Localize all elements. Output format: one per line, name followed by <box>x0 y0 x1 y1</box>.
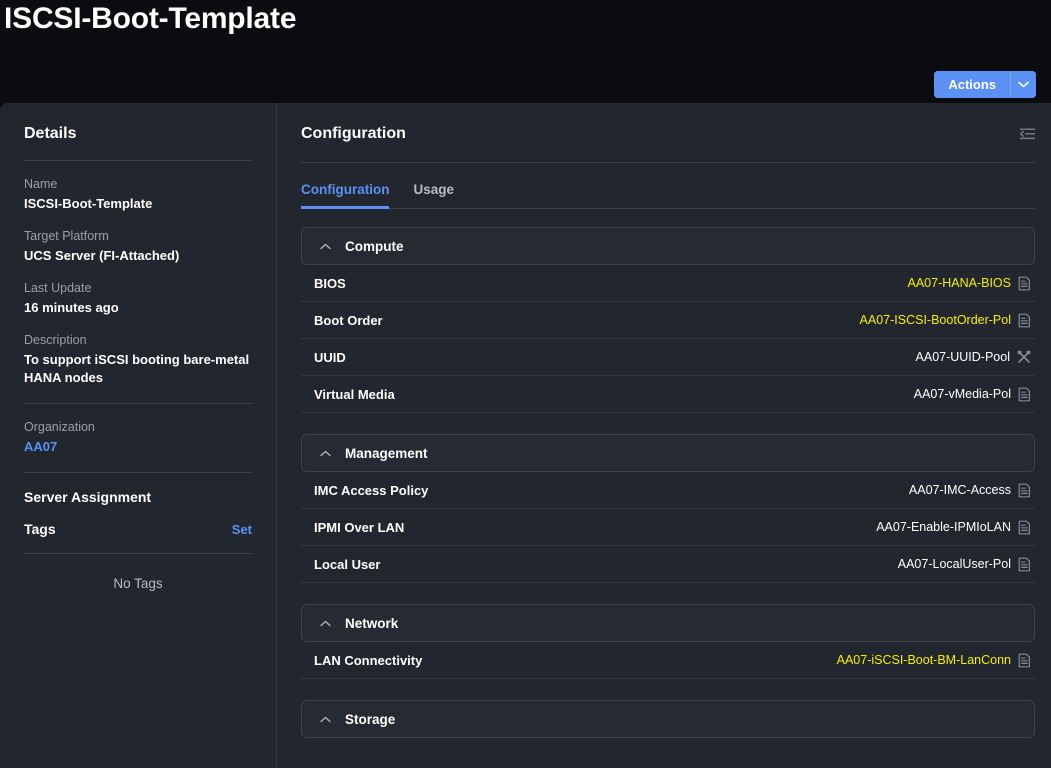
no-tags-message: No Tags <box>113 576 163 591</box>
detail-value-last-update: 16 minutes ago <box>24 300 119 315</box>
group-header-network[interactable]: Network <box>301 604 1035 642</box>
details-divider-2 <box>24 403 252 404</box>
config-row-value: AA07-HANA-BIOS <box>907 276 1011 290</box>
details-divider-3 <box>24 472 252 473</box>
group-title: Network <box>345 615 399 631</box>
detail-label-organization: Organization <box>24 420 95 434</box>
pool-icon[interactable] <box>1017 350 1031 364</box>
config-row[interactable]: UUID AA07-UUID-Pool <box>301 339 1035 376</box>
config-row-value: AA07-vMedia-Pol <box>913 387 1011 401</box>
detail-value-target-platform: UCS Server (FI-Attached) <box>24 248 180 263</box>
config-row[interactable]: Virtual Media AA07-vMedia-Pol <box>301 376 1035 413</box>
detail-field-last-update: Last Update 16 minutes ago <box>24 281 252 317</box>
detail-field-description: Description To support iSCSI booting bar… <box>24 333 252 387</box>
policy-icon[interactable] <box>1018 557 1031 572</box>
config-row-value-group: AA07-iSCSI-Boot-BM-LanConn <box>837 653 1031 668</box>
policy-icon[interactable] <box>1018 483 1031 498</box>
actions-button-group[interactable]: Actions <box>934 71 1036 98</box>
top-bar: ISCSI-Boot-Template Actions <box>0 0 1051 103</box>
config-row-label: IPMI Over LAN <box>314 519 405 535</box>
config-row[interactable]: BIOS AA07-HANA-BIOS <box>301 265 1035 302</box>
group-header-compute[interactable]: Compute <box>301 227 1035 265</box>
configuration-title: Configuration <box>301 125 406 142</box>
config-row-value: AA07-IMC-Access <box>908 483 1011 497</box>
config-row[interactable]: LAN Connectivity AA07-iSCSI-Boot-BM-LanCo… <box>301 642 1035 679</box>
detail-field-name: Name ISCSI-Boot-Template <box>24 177 252 213</box>
config-row-value-group: AA07-LocalUser-Pol <box>898 557 1031 572</box>
details-divider-4 <box>24 553 252 554</box>
config-row-label: Boot Order <box>314 312 383 328</box>
config-row-label: Local User <box>314 556 381 572</box>
config-row[interactable]: Local User AA07-LocalUser-Pol <box>301 546 1035 583</box>
config-row-value: AA07-LocalUser-Pol <box>897 557 1011 571</box>
config-row-value: AA07-Enable-IPMIoLAN <box>876 520 1011 534</box>
config-row-label: UUID <box>314 349 346 365</box>
config-row-label: BIOS <box>314 275 346 291</box>
detail-label-description: Description <box>24 333 87 347</box>
policy-icon[interactable] <box>1018 276 1031 291</box>
tags-set-link[interactable]: Set <box>232 522 252 537</box>
detail-label-target-platform: Target Platform <box>24 229 109 243</box>
config-row-value: AA07-iSCSI-Boot-BM-LanConn <box>836 653 1011 667</box>
config-row-value-group: AA07-IMC-Access <box>909 483 1031 498</box>
detail-value-description: To support iSCSI booting bare-metal HANA… <box>24 352 250 385</box>
configuration-groups: Compute BIOS AA07-HANA-BIOS Boot Order AA07-… <box>301 227 1035 738</box>
config-row-value: AA07-ISCSI-BootOrder-Pol <box>859 313 1011 327</box>
chevron-down-icon[interactable] <box>1010 71 1036 98</box>
detail-field-organization: Organization AA07 <box>24 420 252 456</box>
group-title: Compute <box>345 238 404 254</box>
detail-label-last-update: Last Update <box>24 281 92 295</box>
config-row-value-group: AA07-vMedia-Pol <box>914 387 1031 402</box>
detail-value-name: ISCSI-Boot-Template <box>24 196 153 211</box>
detail-value-organization-link[interactable]: AA07 <box>24 438 252 456</box>
config-row-label: Virtual Media <box>314 386 395 402</box>
group-header-storage[interactable]: Storage <box>301 700 1035 738</box>
config-row-value-group: AA07-UUID-Pool <box>916 350 1031 364</box>
config-row-value-group: AA07-HANA-BIOS <box>907 276 1031 291</box>
chevron-up-icon <box>320 620 331 627</box>
details-title: Details <box>24 125 77 142</box>
policy-icon[interactable] <box>1018 520 1031 535</box>
detail-field-target-platform: Target Platform UCS Server (FI-Attached) <box>24 229 252 265</box>
group-title: Management <box>345 445 428 461</box>
tab-usage[interactable]: Usage <box>413 182 454 209</box>
tab-configuration[interactable]: Configuration <box>301 182 390 209</box>
policy-icon[interactable] <box>1018 387 1031 402</box>
config-row-value-group: AA07-Enable-IPMIoLAN <box>876 520 1031 535</box>
configuration-divider <box>301 162 1035 163</box>
configuration-header: Configuration <box>301 125 1036 145</box>
config-row-value: AA07-UUID-Pool <box>915 350 1010 364</box>
tags-row: Tags Set <box>24 521 252 537</box>
config-row-label: IMC Access Policy <box>314 482 429 498</box>
details-divider <box>24 160 252 161</box>
detail-label-name: Name <box>24 177 58 191</box>
config-row-value-group: AA07-ISCSI-BootOrder-Pol <box>860 313 1031 328</box>
configuration-panel: Configuration Configuration Usage Comput… <box>277 103 1051 768</box>
group-title: Storage <box>345 711 396 727</box>
policy-icon[interactable] <box>1018 313 1031 328</box>
page-title: ISCSI-Boot-Template <box>4 2 297 35</box>
chevron-up-icon <box>320 243 331 250</box>
tags-label: Tags <box>24 521 56 537</box>
server-assignment-heading: Server Assignment <box>24 489 152 505</box>
chevron-up-icon <box>320 450 331 457</box>
chevron-up-icon <box>320 716 331 723</box>
group-header-management[interactable]: Management <box>301 434 1035 472</box>
policy-icon[interactable] <box>1018 653 1031 668</box>
details-panel: Details Name ISCSI-Boot-Template Target … <box>0 103 277 768</box>
actions-button[interactable]: Actions <box>934 71 1010 98</box>
configuration-tabs: Configuration Usage <box>301 182 1035 209</box>
config-row[interactable]: IPMI Over LAN AA07-Enable-IPMIoLAN <box>301 509 1035 546</box>
config-row[interactable]: IMC Access Policy AA07-IMC-Access <box>301 472 1035 509</box>
main-content: Details Name ISCSI-Boot-Template Target … <box>0 103 1051 768</box>
config-row-label: LAN Connectivity <box>314 652 423 668</box>
collapse-panel-icon[interactable] <box>1019 127 1036 145</box>
config-row[interactable]: Boot Order AA07-ISCSI-BootOrder-Pol <box>301 302 1035 339</box>
